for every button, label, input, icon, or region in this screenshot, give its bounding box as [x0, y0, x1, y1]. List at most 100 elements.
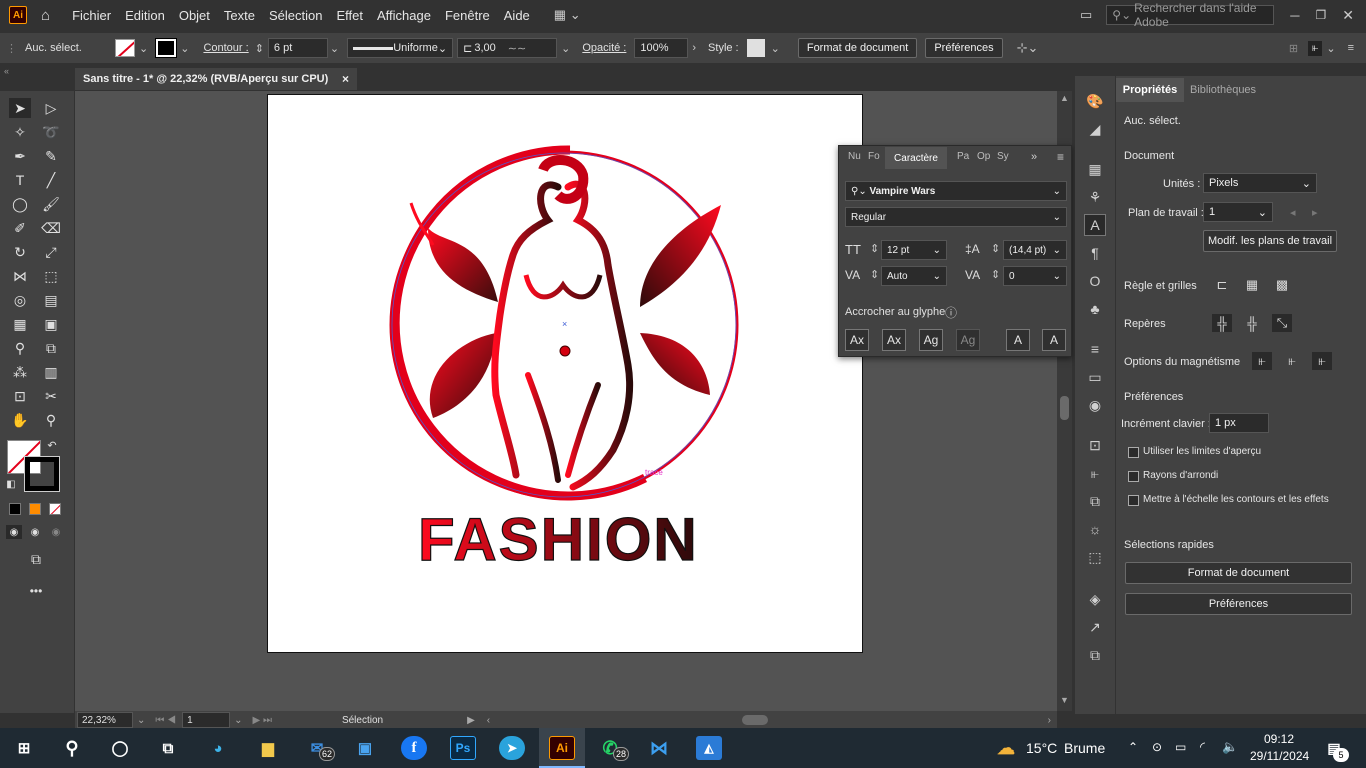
help-search-input[interactable]: ⚲⌄ Rechercher dans l'aide Adobe: [1106, 1, 1275, 29]
transform-panel-icon[interactable]: ⊡: [1084, 434, 1106, 456]
info-icon[interactable]: ⓘ: [945, 304, 957, 321]
volume-icon[interactable]: 🔈: [1222, 739, 1238, 755]
transform-icon[interactable]: ⊹⌄: [1017, 40, 1039, 56]
draw-normal-icon[interactable]: ◉: [6, 525, 22, 539]
graphic-styles-icon[interactable]: ⬚: [1084, 546, 1106, 568]
zoom-tool-icon[interactable]: ⚲: [40, 410, 62, 430]
ruler-icon[interactable]: ⊏: [1212, 276, 1232, 294]
snap-baseline-button[interactable]: Ax: [845, 329, 869, 351]
stepper-icon[interactable]: ⇕: [991, 268, 1000, 281]
menu-objet[interactable]: Objet: [179, 8, 210, 23]
status-menu-icon[interactable]: ▶: [467, 715, 475, 726]
tab-opentype[interactable]: Op: [977, 151, 990, 162]
tab-fonts[interactable]: Fo: [868, 151, 880, 162]
snap-proximity-button[interactable]: Ag: [956, 329, 980, 351]
magic-wand-tool-icon[interactable]: ✧: [9, 122, 31, 142]
stepper-icon[interactable]: ⇕: [255, 42, 264, 55]
file-explorer-icon[interactable]: ▆: [255, 736, 281, 760]
curvature-tool-icon[interactable]: ✎: [40, 146, 62, 166]
scroll-right-icon[interactable]: ›: [1048, 715, 1051, 726]
scroll-left-icon[interactable]: ‹: [487, 715, 490, 726]
ellipse-tool-icon[interactable]: ◯: [9, 194, 31, 214]
shape-builder-tool-icon[interactable]: ◎: [9, 290, 31, 310]
line-tool-icon[interactable]: ╱: [40, 170, 62, 190]
cortana-icon[interactable]: ◯: [107, 736, 133, 760]
edge-icon[interactable]: ◕: [205, 736, 231, 760]
stroke-profile-select[interactable]: Uniforme ⌄: [347, 38, 454, 58]
eyedropper-tool-icon[interactable]: ⚲: [9, 338, 31, 358]
snap-anchor-button[interactable]: A: [1042, 329, 1066, 351]
blend-tool-icon[interactable]: ⧉: [40, 338, 62, 358]
snap-angular-button[interactable]: A: [1006, 329, 1030, 351]
stepper-icon[interactable]: ⇕: [870, 242, 879, 255]
opentype-icon[interactable]: O: [1084, 270, 1106, 292]
appearance-icon[interactable]: ☼: [1084, 518, 1106, 540]
chevron-down-icon[interactable]: ⌄: [139, 42, 148, 55]
opacity-label[interactable]: Opacité :: [582, 42, 626, 54]
none-mode-icon[interactable]: [49, 503, 61, 515]
transparency-icon[interactable]: ◉: [1084, 394, 1106, 416]
restore-icon[interactable]: ❐: [1316, 8, 1327, 22]
gradient-mode-icon[interactable]: [29, 503, 41, 515]
opacity-input[interactable]: 100%: [634, 38, 689, 58]
stepper-icon[interactable]: ⇕: [870, 268, 879, 281]
menu-effet[interactable]: Effet: [336, 8, 363, 23]
gradient-tool-icon[interactable]: ▣: [40, 314, 62, 334]
align-icon[interactable]: ⫦: [1308, 40, 1323, 56]
illustrator-icon[interactable]: Ai: [549, 736, 575, 760]
chevron-down-icon[interactable]: ⌄: [180, 42, 189, 55]
screen-mode-icon[interactable]: ⧉: [25, 549, 47, 569]
corner-radius-checkbox[interactable]: [1128, 471, 1139, 482]
fashion-logo-artwork[interactable]: × tracé FASHION: [268, 95, 864, 654]
tab-proprietes[interactable]: Propriétés: [1116, 78, 1184, 102]
transparency-grid-icon[interactable]: ▩: [1272, 276, 1292, 294]
type-tool-icon[interactable]: T: [9, 170, 31, 190]
photoshop-icon[interactable]: Ps: [450, 736, 476, 760]
rotate-tool-icon[interactable]: ↻: [9, 242, 31, 262]
chevron-down-icon[interactable]: ⌄: [1326, 42, 1335, 55]
tab-symbols[interactable]: Sy: [997, 151, 1009, 162]
search-icon[interactable]: ⚲: [59, 736, 85, 760]
scroll-thumb[interactable]: [1060, 396, 1069, 420]
kerning-input[interactable]: Auto ⌄: [881, 266, 947, 286]
collapse-toolbar-icon[interactable]: «: [0, 66, 74, 76]
swatches-icon[interactable]: ▦: [1084, 158, 1106, 180]
fill-swatch[interactable]: [115, 39, 135, 57]
workspace-switcher-icon[interactable]: ▦ ⌄: [554, 7, 581, 23]
preferences-button[interactable]: Préférences: [925, 38, 1003, 58]
symbols-icon[interactable]: ♣: [1084, 298, 1106, 320]
tracking-input[interactable]: 0 ⌄: [1003, 266, 1067, 286]
chevron-down-icon[interactable]: ⌄: [137, 715, 145, 726]
stroke-color-box[interactable]: [24, 456, 60, 492]
store-icon[interactable]: ▣: [352, 736, 378, 760]
grid-icon[interactable]: ▦: [1242, 276, 1262, 294]
character-icon[interactable]: A: [1084, 214, 1106, 236]
pathfinder-icon[interactable]: ⧉: [1084, 490, 1106, 512]
tab-paragraph[interactable]: Pa: [957, 151, 969, 162]
brushes-icon[interactable]: ⚘: [1084, 186, 1106, 208]
horizontal-scroll-thumb[interactable]: [742, 715, 769, 725]
next-artboard-icon[interactable]: ▸: [1312, 206, 1318, 219]
photos-icon[interactable]: ◭: [696, 736, 722, 760]
close-tab-icon[interactable]: ×: [342, 72, 349, 86]
free-transform-tool-icon[interactable]: ⬚: [40, 266, 62, 286]
width-tool-icon[interactable]: ⋈: [9, 266, 31, 286]
selection-tool-icon[interactable]: ➤: [9, 98, 31, 118]
lasso-tool-icon[interactable]: ➰: [40, 122, 62, 142]
battery-icon[interactable]: ▭: [1175, 740, 1186, 754]
hand-tool-icon[interactable]: ✋: [9, 410, 31, 430]
direct-selection-tool-icon[interactable]: ▷: [40, 98, 62, 118]
artboard[interactable]: × tracé FASHION: [267, 94, 863, 653]
chevron-right-icon[interactable]: ›: [692, 42, 696, 54]
chevron-down-icon[interactable]: ⌄: [561, 42, 570, 55]
more-tools-icon[interactable]: •••: [25, 581, 47, 601]
close-window-icon[interactable]: ✕: [1342, 7, 1354, 24]
color-guide-icon[interactable]: ◢: [1084, 118, 1106, 140]
color-panel-icon[interactable]: 🎨: [1084, 90, 1106, 112]
telegram-icon[interactable]: ➤: [499, 736, 525, 760]
snap-to-glyph-icon[interactable]: ⫦: [1312, 352, 1332, 370]
clock-time[interactable]: 09:12: [1264, 732, 1294, 746]
first-artboard-icon[interactable]: ⏮ ◀: [155, 715, 176, 726]
prev-artboard-icon[interactable]: ◂: [1290, 206, 1296, 219]
guides-icon[interactable]: ╬: [1212, 314, 1232, 332]
